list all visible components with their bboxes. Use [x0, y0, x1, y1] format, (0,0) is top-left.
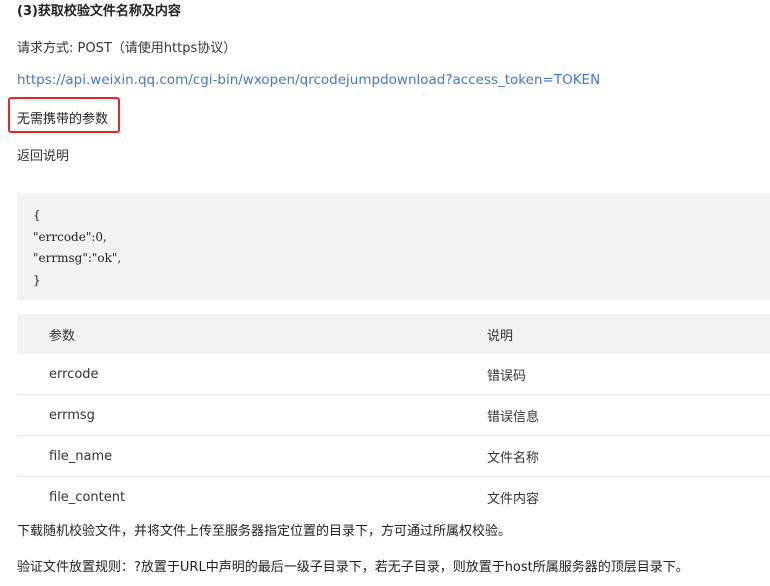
api-url-link[interactable]: https://api.weixin.qq.com/cgi-bin/wxopen…	[17, 72, 600, 88]
code-block: { "errcode":0, "errmsg":"ok", }	[17, 193, 770, 300]
request-method-text: 请求方式: POST（请使用https协议）	[17, 41, 237, 56]
params-table: 参数 说明 errcode 错误码 errmsg 错误信息 file_name …	[17, 314, 770, 517]
placement-rule: 验证文件放置规则：?放置于URL中声明的最后一级子目录下，若无子目录，则放置于h…	[17, 560, 689, 575]
param-name: file_name	[17, 435, 487, 477]
param-description: 文件名称	[487, 435, 770, 477]
no-params-note: 无需携带的参数	[17, 112, 109, 127]
code-line: }	[33, 272, 41, 287]
code-line: {	[33, 208, 41, 222]
header-description: 说明	[487, 314, 770, 354]
param-description: 错误码	[487, 354, 770, 395]
table-row: file_content 文件内容	[17, 477, 770, 518]
param-description: 错误信息	[487, 394, 770, 436]
header-param: 参数	[17, 314, 487, 354]
return-label: 返回说明	[17, 149, 70, 164]
param-description: 文件内容	[487, 491, 540, 507]
code-line: "errmsg":"ok",	[33, 251, 122, 265]
table-row: errmsg 错误信息	[17, 394, 770, 436]
download-instruction: 下载随机校验文件，并将文件上传至服务器指定位置的目录下，方可通过所属权校验。	[17, 524, 512, 539]
section-heading: (3)获取校验文件名称及内容	[17, 4, 181, 19]
table-row: errcode 错误码	[17, 354, 770, 395]
param-name: file_content	[49, 489, 126, 505]
param-name: errmsg	[17, 394, 487, 436]
code-line: "errcode":0,	[33, 229, 107, 244]
table-row: file_name 文件名称	[17, 435, 770, 477]
table-header-row: 参数 说明	[17, 314, 770, 354]
param-name: errcode	[17, 354, 487, 395]
